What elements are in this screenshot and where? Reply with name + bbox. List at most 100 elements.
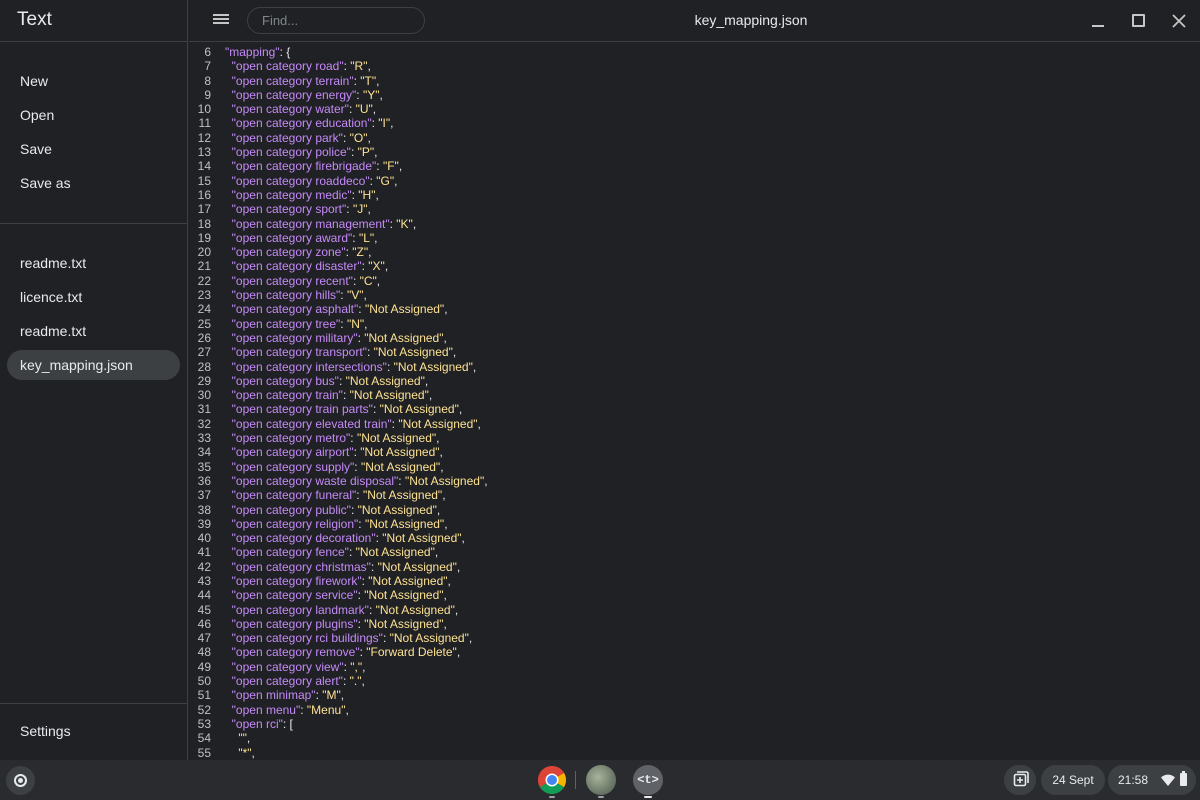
new-button[interactable]: New: [7, 66, 180, 96]
json-string: "Not Assigned": [364, 516, 445, 531]
settings-button[interactable]: Settings: [7, 716, 180, 746]
code-line: 18 "open category management": "K",: [189, 217, 1200, 231]
code-text: "open category religion": "Not Assigned"…: [225, 517, 448, 531]
json-punct: ,: [454, 602, 459, 617]
code-text: "open category airport": "Not Assigned",: [225, 445, 443, 459]
json-key: "open category service": [231, 588, 358, 603]
json-string: "R": [350, 59, 368, 74]
code-text: "open category train": "Not Assigned",: [225, 388, 433, 402]
maximize-icon[interactable]: [1128, 11, 1148, 31]
json-key: "open category religion": [231, 516, 359, 531]
json-key: "open category intersections": [231, 359, 387, 374]
json-string: "O": [349, 130, 368, 145]
code-line: 6 "mapping": {: [189, 45, 1200, 59]
recent-file-item[interactable]: licence.txt: [7, 282, 180, 312]
code-line: 27 "open category transport": "Not Assig…: [189, 345, 1200, 359]
json-key: "open category award": [231, 230, 353, 245]
json-punct: ,: [367, 202, 371, 217]
recent-file-item-active[interactable]: key_mapping.json: [7, 350, 180, 380]
line-number: 50: [197, 674, 211, 689]
json-punct: : [: [282, 716, 293, 731]
json-string: "Not Assigned": [355, 545, 435, 560]
open-button[interactable]: Open: [7, 100, 180, 130]
code-line: 34 "open category airport": "Not Assigne…: [189, 445, 1200, 459]
json-string: "Not Assigned": [375, 602, 455, 617]
line-number: 19: [197, 230, 211, 245]
code-text: "open category funeral": "Not Assigned",: [225, 488, 446, 502]
photos-icon[interactable]: [586, 765, 616, 795]
status-area[interactable]: 21:58: [1108, 765, 1196, 795]
json-punct: ,: [424, 373, 429, 388]
json-string: ".": [349, 674, 362, 689]
json-punct: ,: [452, 345, 457, 360]
chrome-icon[interactable]: [537, 765, 567, 795]
json-key: "open category landmark": [231, 602, 369, 617]
json-key: "open category tree": [231, 316, 341, 331]
json-punct: ,: [436, 502, 441, 517]
code-text: "open category education": "I",: [225, 116, 394, 130]
json-punct: ,: [340, 688, 345, 703]
json-string: "Not Assigned": [382, 531, 462, 546]
save-button[interactable]: Save: [7, 134, 180, 164]
launcher-icon[interactable]: [6, 766, 35, 795]
code-line: 30 "open category train": "Not Assigned"…: [189, 388, 1200, 402]
code-text: "open category police": "P",: [225, 145, 378, 160]
json-punct: ,: [443, 588, 447, 603]
code-line: 44 "open category service": "Not Assigne…: [189, 588, 1200, 602]
minimize-icon[interactable]: [1088, 11, 1108, 31]
code-line: 45 "open category landmark": "Not Assign…: [189, 603, 1200, 617]
json-string: "Not Assigned": [377, 559, 457, 574]
json-key: "open category recent": [231, 273, 353, 288]
json-punct: ,: [363, 288, 367, 303]
json-punct: ,: [440, 459, 444, 474]
find-input[interactable]: [247, 7, 425, 34]
date-display[interactable]: 24 Sept: [1041, 765, 1105, 795]
json-key: "open category police": [231, 145, 351, 160]
save-as-button[interactable]: Save as: [7, 168, 180, 198]
running-indicator: [598, 796, 604, 798]
json-string: "U": [355, 102, 373, 117]
code-text: "open category transport": "Not Assigned…: [225, 345, 457, 360]
json-key: "open category firework": [231, 573, 362, 588]
json-key: "open category education": [231, 116, 372, 131]
holding-space-icon[interactable]: [1004, 765, 1036, 795]
recent-file-item[interactable]: readme.txt: [7, 248, 180, 278]
line-number: 46: [197, 616, 211, 631]
json-punct: ,: [246, 731, 251, 746]
code-line: 24 "open category asphalt": "Not Assigne…: [189, 302, 1200, 316]
code-line: 17 "open category sport": "J",: [189, 202, 1200, 216]
clock: 21:58: [1118, 773, 1149, 787]
code-text: "open category plugins": "Not Assigned",: [225, 617, 447, 631]
code-line: 55 "*",: [189, 746, 1200, 760]
line-number: 53: [197, 716, 211, 731]
shelf-separator: [575, 771, 576, 789]
code-text: "*",: [225, 746, 255, 760]
code-text: "open category intersections": "Not Assi…: [225, 359, 477, 374]
code-lines: 6 "mapping": {7 "open category road": "R"…: [189, 45, 1200, 760]
json-string: "Not Assigned": [393, 359, 473, 374]
text-app-icon[interactable]: <t>: [633, 765, 663, 795]
close-icon[interactable]: [1169, 11, 1189, 31]
json-punct: ,: [468, 631, 473, 646]
code-text: "open minimap": "M",: [225, 688, 344, 702]
recent-file-item[interactable]: readme.txt: [7, 316, 180, 346]
line-number: 21: [197, 259, 211, 274]
json-punct: :: [372, 402, 380, 417]
json-key: "open category transport": [231, 345, 367, 360]
code-editor[interactable]: 6 "mapping": {7 "open category road": "R"…: [189, 42, 1200, 760]
line-number: 41: [197, 545, 211, 560]
hamburger-menu-icon[interactable]: [213, 12, 231, 28]
shelf: <t> 24 Sept 21:58: [0, 760, 1200, 800]
